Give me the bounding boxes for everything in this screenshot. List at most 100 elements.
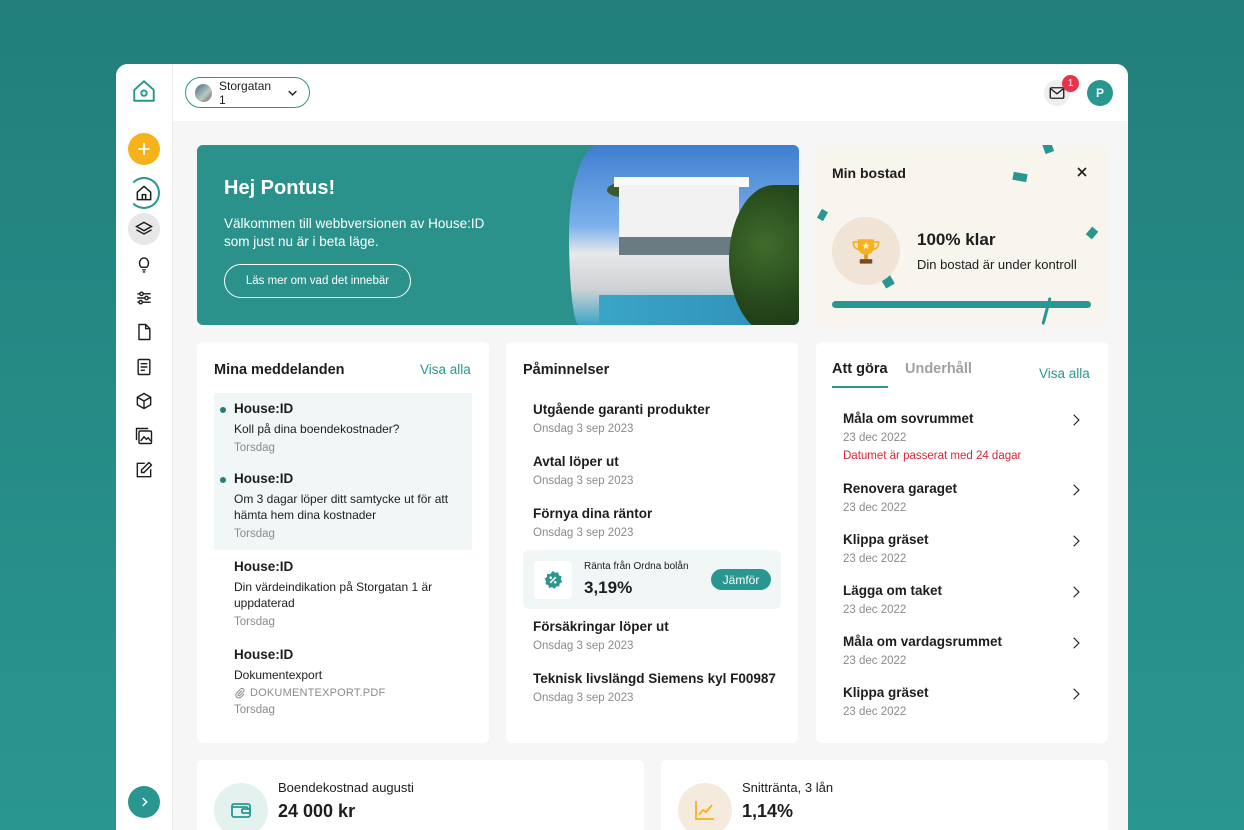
reminders-title: Påminnelser xyxy=(523,362,610,378)
trophy-icon xyxy=(832,217,900,285)
messages-see-all-link[interactable]: Visa alla xyxy=(420,362,471,377)
message-date: Torsdag xyxy=(234,616,275,628)
sidebar-item-settings[interactable] xyxy=(128,282,160,314)
sidebar-item-tips[interactable] xyxy=(128,248,160,280)
close-icon[interactable] xyxy=(1074,164,1090,180)
percent-icon xyxy=(534,561,572,599)
message-sender: House:ID xyxy=(234,401,294,416)
message-attachment[interactable]: DOKUMENTEXPORT.PDF xyxy=(234,687,472,699)
todo-date: 23 dec 2022 xyxy=(843,706,907,718)
reminder-item[interactable]: Förnya dina räntor Onsdag 3 sep 2023 xyxy=(533,506,652,539)
compare-button[interactable]: Jämför xyxy=(711,569,771,590)
reminder-item[interactable]: Försäkringar löper ut Onsdag 3 sep 2023 xyxy=(533,619,669,652)
todo-item[interactable]: Lägga om taket 23 dec 2022 xyxy=(843,583,1083,616)
sidebar-item-products[interactable] xyxy=(128,385,160,417)
user-avatar[interactable]: P xyxy=(1087,80,1113,106)
confetti xyxy=(1012,171,1028,183)
logo-home-icon[interactable] xyxy=(129,76,159,106)
message-item[interactable]: House:ID Koll på dina boendekostnader? T… xyxy=(214,401,472,454)
todo-item[interactable]: Klippa gräset 23 dec 2022 xyxy=(843,685,1083,718)
gallery-icon xyxy=(135,427,153,445)
reminder-title: Teknisk livslängd Siemens kyl F00987 xyxy=(533,671,776,686)
average-rate-value: 1,14% xyxy=(742,801,794,821)
reminder-title: Förnya dina räntor xyxy=(533,506,653,521)
chevron-right-icon xyxy=(1073,637,1080,649)
bush xyxy=(729,185,799,325)
todo-title: Lägga om taket xyxy=(843,583,943,598)
layers-icon xyxy=(135,221,153,235)
reminder-item[interactable]: Teknisk livslängd Siemens kyl F00987 Ons… xyxy=(533,671,776,704)
todo-warning: Datumet är passerat med 24 dagar xyxy=(843,450,1022,462)
tab-todo[interactable]: Att göra xyxy=(832,361,888,377)
message-body: Koll på dina boendekostnader? xyxy=(234,422,400,436)
sidebar-item-layers[interactable] xyxy=(128,213,160,245)
active-tab-indicator xyxy=(832,386,888,388)
todo-item[interactable]: Klippa gräset 23 dec 2022 xyxy=(843,532,1083,565)
reminder-date: Onsdag 3 sep 2023 xyxy=(533,640,634,652)
sidebar-item-notes[interactable] xyxy=(128,454,160,486)
message-sender: House:ID xyxy=(234,647,294,662)
welcome-text: Välkommen till webbversionen av House:ID… xyxy=(224,216,485,249)
message-item[interactable]: House:ID Om 3 dagar löper ditt samtycke … xyxy=(214,471,464,540)
todo-card: Att göra Underhåll Visa alla Måla om sov… xyxy=(816,342,1108,743)
message-item[interactable]: House:ID Din värdeindikation på Storgata… xyxy=(214,559,454,628)
sliders-icon xyxy=(137,291,151,305)
property-name: Storgatan 1 xyxy=(219,78,272,107)
sidebar-item-gallery[interactable] xyxy=(128,420,160,452)
reminder-item[interactable]: Avtal löper ut Onsdag 3 sep 2023 xyxy=(533,454,633,487)
reminders-card: Påminnelser Utgående garanti produkter O… xyxy=(506,342,798,743)
property-avatar xyxy=(195,83,213,102)
todo-item[interactable]: Måla om sovrummet 23 dec 2022 Datumet är… xyxy=(843,411,1083,462)
document-icon xyxy=(138,323,151,341)
edit-icon xyxy=(136,461,153,478)
expand-sidebar-button[interactable] xyxy=(128,786,160,818)
todo-title: Klippa gräset xyxy=(843,532,929,547)
rate-value: 3,19% xyxy=(584,578,633,597)
tab-maintenance[interactable]: Underhåll xyxy=(905,361,972,377)
sidebar-item-home[interactable] xyxy=(128,177,160,209)
rate-label: Ränta från Ordna bolån xyxy=(584,561,689,572)
home-status-title: Min bostad xyxy=(832,165,906,181)
message-date: Torsdag xyxy=(234,528,275,540)
home-icon xyxy=(136,185,152,201)
wallet-icon xyxy=(214,783,268,830)
reminder-title: Avtal löper ut xyxy=(533,454,619,469)
todo-date: 23 dec 2022 xyxy=(843,432,907,444)
bulb-icon xyxy=(138,257,150,273)
reminder-item[interactable]: Utgående garanti produkter Onsdag 3 sep … xyxy=(533,402,710,435)
checklist-icon xyxy=(137,358,151,376)
read-more-button[interactable]: Läs mer om vad det innebär xyxy=(224,264,411,298)
message-body: Om 3 dagar löper ditt samtycke ut för at… xyxy=(234,492,449,522)
completion-subtitle: Din bostad är under kontroll xyxy=(917,257,1077,272)
housing-cost-card[interactable]: Boendekostnad augusti 24 000 kr xyxy=(197,760,644,830)
todo-title: Måla om sovrummet xyxy=(843,411,974,426)
app-window: Storgatan 1 1 P Hej Pontus! Välkommen ti… xyxy=(116,64,1128,830)
messages-title: Mina meddelanden xyxy=(214,362,345,378)
rate-offer: Ränta från Ordna bolån 3,19% Jämför xyxy=(523,550,781,609)
todo-see-all-link[interactable]: Visa alla xyxy=(1039,366,1090,381)
todo-date: 23 dec 2022 xyxy=(843,553,907,565)
todo-item[interactable]: Måla om vardagsrummet 23 dec 2022 xyxy=(843,634,1083,667)
average-rate-card[interactable]: Snittränta, 3 lån 1,14% xyxy=(661,760,1108,830)
housing-cost-value: 24 000 kr xyxy=(278,801,356,821)
housing-cost-label: Boendekostnad augusti xyxy=(278,780,414,795)
property-select[interactable]: Storgatan 1 xyxy=(185,77,310,108)
add-button[interactable] xyxy=(128,133,160,165)
todo-title: Renovera garaget xyxy=(843,481,958,496)
unread-dot xyxy=(220,407,226,413)
house-wall xyxy=(619,185,739,255)
sidebar-item-documents[interactable] xyxy=(128,316,160,348)
message-date: Torsdag xyxy=(234,442,275,454)
sidebar-item-checklist[interactable] xyxy=(128,351,160,383)
house-photo xyxy=(569,145,799,325)
average-rate-label: Snittränta, 3 lån xyxy=(742,780,834,795)
todo-item[interactable]: Renovera garaget 23 dec 2022 xyxy=(843,481,1083,514)
paperclip-icon xyxy=(235,687,245,699)
confetti xyxy=(1085,226,1099,240)
confetti xyxy=(816,208,829,222)
message-item[interactable]: House:ID Dokumentexport DOKUMENTEXPORT.P… xyxy=(214,647,472,716)
sidebar xyxy=(116,64,173,830)
reminder-date: Onsdag 3 sep 2023 xyxy=(533,475,634,487)
welcome-title: Hej Pontus! xyxy=(224,177,336,199)
mail-badge: 1 xyxy=(1062,75,1079,92)
